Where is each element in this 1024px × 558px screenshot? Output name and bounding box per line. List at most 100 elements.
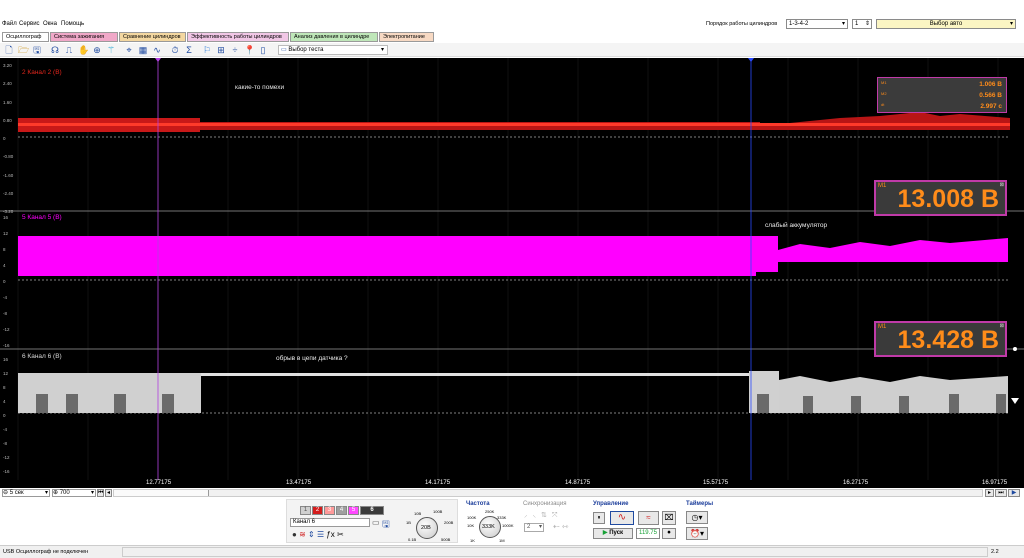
channel-label-5: 5 Канал 5 (В): [22, 214, 62, 221]
channel-select-icon[interactable]: ▭: [372, 518, 380, 527]
timebase-select[interactable]: ⊖ 5 сек ▾: [2, 489, 50, 497]
zoom-icon[interactable]: ⊕: [92, 45, 102, 55]
toolbar: 🗋 🗁 🖫 ☊ ⎍ ✋ ⊕ ⚚ ⌖ ▦ ∿ ⏱ Σ ⚐ ⊞ ÷ 📍 ▯ ▭ Вы…: [0, 43, 1024, 57]
tab-oscilloscope[interactable]: Осциллограф: [2, 32, 49, 42]
eye-icon[interactable]: ●: [292, 530, 297, 539]
time-scrollbar[interactable]: [113, 489, 983, 497]
function-icon[interactable]: ƒx: [326, 530, 334, 539]
channel-button-5[interactable]: 5: [348, 506, 359, 515]
big-readout-1: M1 13.008 В ⊠: [874, 180, 1007, 216]
y-tick-label: 16: [3, 357, 9, 362]
dt-tag: dt: [881, 102, 885, 107]
y-tick-label: 1.60: [3, 99, 12, 105]
save-channel-icon[interactable]: 🖫: [382, 517, 390, 533]
open-folder-icon[interactable]: 🗁: [18, 45, 29, 55]
timebase-icon: ⊖: [3, 490, 9, 496]
cylinder-number-spinner[interactable]: 1 ⇕: [852, 19, 872, 29]
multi-wave-button[interactable]: ≈: [638, 511, 659, 525]
timer-alarm-button[interactable]: ⏰▾: [686, 527, 708, 540]
y-tick-label: 0: [3, 279, 6, 284]
m1-tag: M1: [881, 80, 887, 85]
sync-arrows-icon[interactable]: ⇠ ⇿: [553, 522, 569, 531]
table-icon[interactable]: ⊞: [216, 45, 226, 55]
channel-button-4[interactable]: 4: [336, 506, 347, 515]
trigger-icon[interactable]: ⚐: [202, 45, 212, 55]
dial2-label: 1000K: [502, 523, 514, 528]
stopwatch-icon[interactable]: ⏱: [170, 45, 180, 55]
last-page-button[interactable]: ⏭: [995, 489, 1007, 497]
measure-icon[interactable]: ⎍: [64, 45, 74, 55]
annotation-ch5: слабый аккумулятор: [765, 222, 828, 229]
sync-channel-select[interactable]: 2 ▾: [524, 523, 544, 532]
dial2-label: 250K: [485, 509, 495, 514]
scrollbar-thumb[interactable]: [114, 490, 209, 496]
updown-icon[interactable]: ⇕: [308, 530, 315, 539]
y-tick-label: -1.60: [3, 172, 14, 178]
run-value: 119.75: [636, 528, 660, 539]
sync-edge-icons[interactable]: ⸝⸜⇅⤧: [524, 511, 562, 520]
play-button[interactable]: ▶: [1008, 489, 1020, 497]
cursor-icon[interactable]: ⌖: [124, 45, 134, 55]
tools-icon[interactable]: ✂: [337, 530, 344, 539]
dt-value: 2.997 с: [980, 103, 1002, 110]
split-icon[interactable]: ÷: [230, 45, 240, 55]
big-readout-2-value: 13.428 В: [897, 326, 999, 354]
single-wave-button[interactable]: ∿: [610, 511, 634, 525]
y-tick-label: -4: [3, 295, 8, 300]
wave-tool-icon[interactable]: ≋: [299, 530, 306, 539]
cylinder-order-select[interactable]: 1-3-4-2 ▾: [786, 19, 848, 29]
tab-cylinder-efficiency[interactable]: Эффективность работы цилиндров: [187, 32, 289, 42]
tab-cylinder-pressure[interactable]: Анализ давления в цилиндре: [290, 32, 378, 42]
tab-cylinder-compare[interactable]: Сравнение цилиндров: [119, 32, 186, 42]
save-icon[interactable]: 🖫: [32, 45, 42, 55]
timer-clock-button[interactable]: ◷▾: [686, 511, 708, 524]
channel-label-6: 6 Канал 6 (В): [22, 353, 62, 360]
camera-button[interactable]: ⌧: [662, 511, 676, 525]
hand-icon[interactable]: ✋: [78, 45, 89, 55]
channel-select[interactable]: Канал 6: [290, 518, 370, 527]
y-tick-label: 12: [3, 231, 9, 236]
y-tick-label: 0.80: [3, 117, 12, 123]
x-axis: 12.77175 13.47175 14.17175 14.87175 15.5…: [0, 480, 1024, 488]
prev-page-button[interactable]: ◂: [105, 489, 112, 497]
scroll-marker: [1013, 347, 1017, 351]
filter-icon[interactable]: ⚚: [106, 45, 116, 55]
big-readout-2: M1 13.428 В ⊠: [874, 321, 1007, 357]
first-page-button[interactable]: ⏮: [97, 489, 104, 497]
y-tick-label: -0.80: [3, 154, 14, 160]
wave-icon[interactable]: ∿: [152, 45, 162, 55]
channel-button-3[interactable]: 3: [324, 506, 335, 515]
pin-icon[interactable]: 📍: [244, 45, 255, 55]
channel-button-2[interactable]: 2: [312, 506, 323, 515]
next-page-button[interactable]: ▸: [985, 489, 994, 497]
y-tick-label: -3.20: [3, 209, 14, 214]
points-select[interactable]: ⊕ 700 ▾: [52, 489, 96, 497]
waveform-canvas[interactable]: [0, 58, 1024, 480]
big-readout-2-close-icon[interactable]: ⊠: [1000, 323, 1004, 329]
run-button[interactable]: ▶ Пуск: [593, 528, 633, 539]
grid-icon[interactable]: ▦: [138, 45, 148, 55]
dial1-label: 200В: [444, 520, 454, 525]
record-button[interactable]: ⏺: [662, 528, 676, 539]
y-tick-label: 0: [3, 136, 6, 141]
measurement-panel: M1 1.006 В M2 0.566 В dt 2.997 с: [877, 77, 1007, 113]
x-tick: 14.17175: [425, 480, 451, 486]
big-readout-1-close-icon[interactable]: ⊠: [1000, 182, 1004, 188]
waveform-ch2: [18, 112, 1010, 132]
channel-label-2: 2 Канал 2 (В): [22, 69, 62, 76]
tab-power[interactable]: Электропитание: [379, 32, 434, 42]
test-select[interactable]: ▭ Выбор теста ▾: [278, 45, 388, 55]
y-tick-label: -16: [3, 343, 10, 348]
tab-ignition[interactable]: Система зажигания: [50, 32, 118, 42]
channel-button-6[interactable]: 6: [360, 506, 384, 515]
lines-icon[interactable]: ☰: [317, 530, 324, 539]
auto-select[interactable]: Выбор авто ▾: [876, 19, 1016, 29]
dial2-label: 1M: [499, 538, 505, 543]
channel-button-1[interactable]: 1: [300, 506, 311, 515]
sigma-icon[interactable]: Σ: [184, 45, 194, 55]
new-file-icon[interactable]: 🗋: [4, 45, 14, 55]
oscilloscope-display[interactable]: 2 Канал 2 (В) 5 Канал 5 (В) 6 Канал 6 (В…: [0, 58, 1024, 480]
page-icon[interactable]: ▯: [258, 45, 268, 55]
pause-button[interactable]: ⏸: [593, 512, 605, 524]
headphones-icon[interactable]: ☊: [50, 45, 60, 55]
